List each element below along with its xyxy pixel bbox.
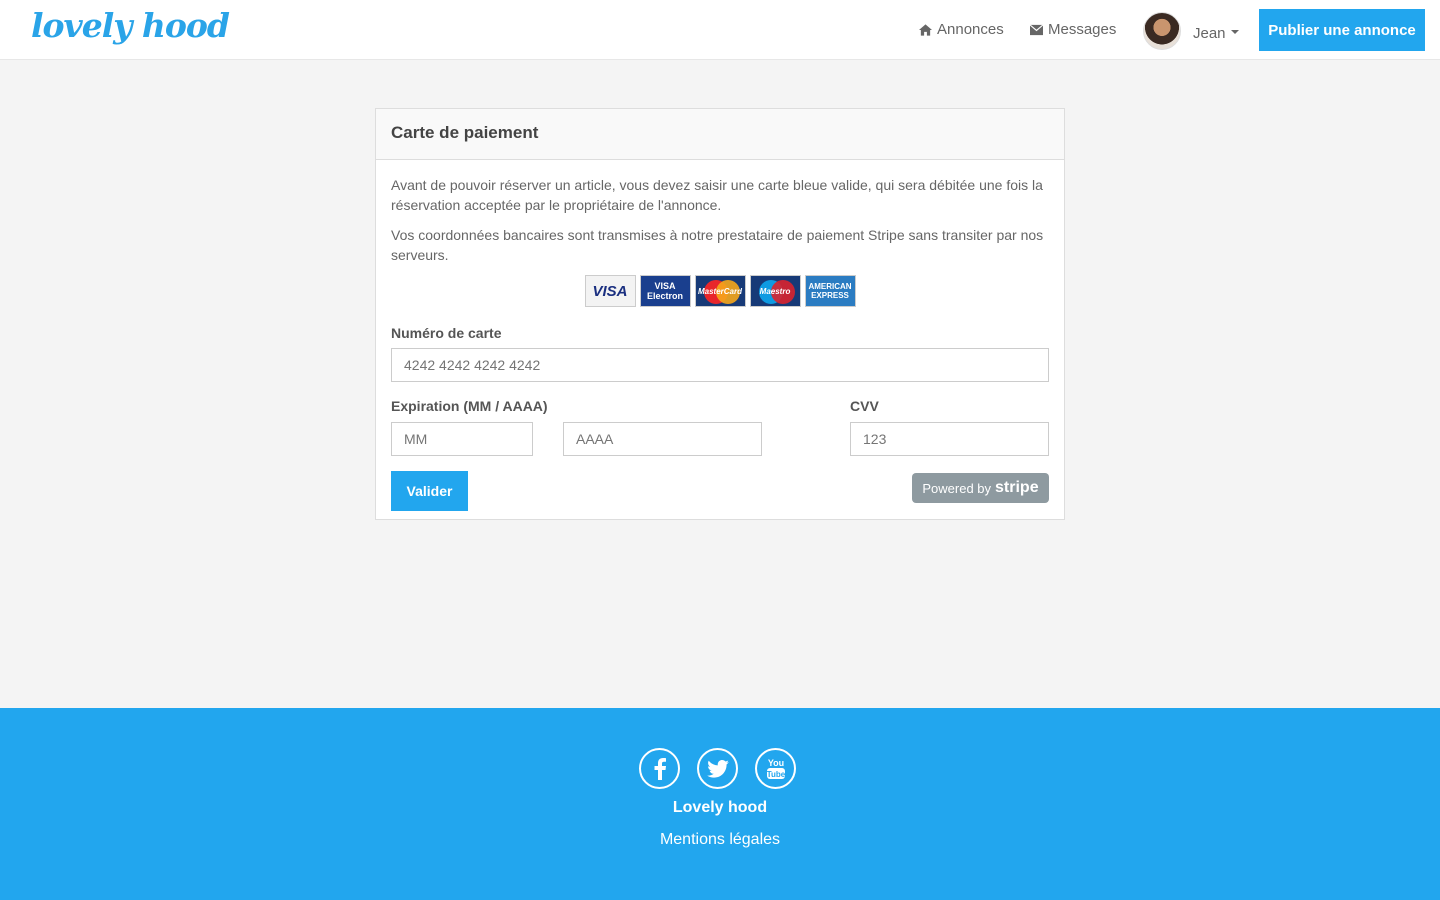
amex-logo-bottom: EXPRESS <box>811 291 849 300</box>
payment-panel: Carte de paiement Avant de pouvoir réser… <box>375 108 1065 520</box>
card-number-label: Numéro de carte <box>391 325 502 341</box>
amex-logo: AMERICAN EXPRESS <box>804 275 856 307</box>
social-links: You Tube <box>639 748 796 789</box>
svg-text:Tube: Tube <box>766 770 785 779</box>
info-paragraph: Avant de pouvoir réserver un article, vo… <box>391 177 1043 213</box>
card-logos: VISA VISA Electron MasterCard Maestro AM… <box>391 275 1049 307</box>
user-name: Jean <box>1193 24 1226 42</box>
expiration-month-input[interactable] <box>391 422 533 456</box>
cvv-input[interactable] <box>850 422 1049 456</box>
svg-text:You: You <box>767 758 783 768</box>
visa-electron-top: VISA <box>654 281 676 291</box>
nav-messages-label: Messages <box>1048 21 1117 38</box>
home-icon <box>919 23 932 36</box>
twitter-icon[interactable] <box>697 748 738 789</box>
user-menu[interactable]: Jean <box>1143 12 1239 50</box>
nav-messages[interactable]: Messages <box>1030 21 1116 38</box>
expiration-cvv-row: Expiration (MM / AAAA) CVV Valider Power… <box>391 398 1049 511</box>
logo[interactable]: lovely hood <box>31 6 230 45</box>
legal-mentions-link[interactable]: Mentions légales <box>0 831 1440 849</box>
visa-logo: VISA <box>584 275 636 307</box>
nav-annonces-label: Annonces <box>937 21 1004 38</box>
amex-logo-top: AMERICAN <box>808 282 852 291</box>
youtube-icon[interactable]: You Tube <box>755 748 796 789</box>
expiration-year-input[interactable] <box>563 422 762 456</box>
powered-by-stripe-badge[interactable]: Powered by stripe <box>912 473 1049 503</box>
maestro-logo: Maestro <box>749 275 801 307</box>
maestro-logo-text: Maestro <box>759 286 791 296</box>
stripe-powered-text: Powered by <box>922 480 992 496</box>
visa-logo-text: VISA <box>592 282 628 300</box>
avatar <box>1143 12 1181 50</box>
nav-annonces[interactable]: Annonces <box>919 21 1004 38</box>
visa-electron-bottom: Electron <box>646 291 683 301</box>
mastercard-logo-text: MasterCard <box>697 286 742 296</box>
page-title: Carte de paiement <box>391 123 539 142</box>
caret-down-icon <box>1230 30 1239 34</box>
stripe-name: stripe <box>995 479 1039 496</box>
navbar: lovely hood Annonces Messages Jean Publi… <box>0 0 1440 60</box>
panel-heading: Carte de paiement <box>376 109 1064 160</box>
card-number-input[interactable] <box>391 348 1049 382</box>
visa-electron-logo: VISA Electron <box>639 275 691 307</box>
panel-body: Avant de pouvoir réserver un article, vo… <box>376 160 1064 522</box>
envelope-icon <box>1030 23 1043 35</box>
expiration-label: Expiration (MM / AAAA) <box>391 398 548 414</box>
mastercard-logo: MasterCard <box>694 275 746 307</box>
cvv-label: CVV <box>850 398 879 414</box>
footer: You Tube Lovely hood Mentions légales <box>0 708 1440 900</box>
footer-brand: Lovely hood <box>672 799 768 816</box>
publish-button[interactable]: Publier une annonce <box>1259 9 1425 51</box>
facebook-icon[interactable] <box>639 748 680 789</box>
validate-button[interactable]: Valider <box>391 471 468 511</box>
stripe-info-paragraph: Vos coordonnées bancaires sont transmise… <box>391 227 1044 263</box>
